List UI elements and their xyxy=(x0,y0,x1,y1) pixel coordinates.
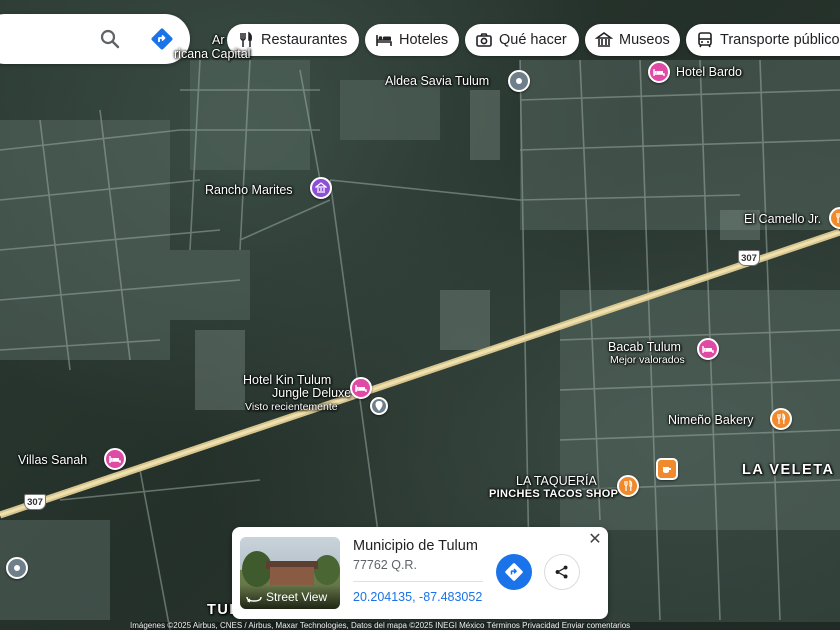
street-view-bar[interactable]: Street View xyxy=(240,585,340,609)
search-box[interactable] xyxy=(0,14,190,64)
satellite-map[interactable]: Restaurantes Hoteles Qué hacer Museos Tr… xyxy=(0,0,840,630)
recent-pin-icon[interactable] xyxy=(370,397,388,415)
hotel-icon xyxy=(376,35,392,46)
place-label-aldea[interactable]: Aldea Savia Tulum xyxy=(385,74,489,88)
chip-museos[interactable]: Museos xyxy=(585,24,680,56)
chip-label: Transporte público xyxy=(720,32,840,48)
place-label-kin[interactable]: Hotel Kin Tulum xyxy=(243,373,331,387)
close-card-button[interactable]: ✕ xyxy=(586,531,604,549)
place-coordinates[interactable]: 20.204135, -87.483052 xyxy=(353,590,482,604)
restaurant-icon xyxy=(836,213,840,223)
chip-label: Restaurantes xyxy=(261,32,348,48)
coffee-icon xyxy=(663,467,671,473)
card-divider xyxy=(353,581,483,582)
place-label-nimeno[interactable]: Nimeño Bakery xyxy=(668,413,753,427)
place-sublabel-bacab: Mejor valorados xyxy=(610,354,685,366)
museum-icon xyxy=(595,32,613,47)
chip-hoteles[interactable]: Hoteles xyxy=(365,24,459,56)
place-label-bardo[interactable]: Hotel Bardo xyxy=(676,65,742,79)
street-view-thumbnail[interactable]: Street View xyxy=(240,537,340,609)
camera-icon xyxy=(476,33,492,47)
place-label-rancho[interactable]: Rancho Marites xyxy=(205,183,293,197)
hotel-pin-bardo[interactable] xyxy=(648,61,670,83)
hotel-icon xyxy=(702,346,714,353)
hotel-icon xyxy=(109,456,121,463)
chip-label: Qué hacer xyxy=(499,32,567,48)
restaurant-pin-taqueria[interactable] xyxy=(617,475,639,497)
location-dot-icon xyxy=(14,565,20,571)
restaurant-icon xyxy=(624,480,633,491)
museum-icon xyxy=(315,182,327,193)
chip-label: Hoteles xyxy=(399,32,449,48)
road-shield-307: 307 xyxy=(24,494,46,510)
chip-transporte-publico[interactable]: Transporte público xyxy=(686,24,840,56)
location-pin-icon xyxy=(375,401,383,411)
directions-icon[interactable] xyxy=(150,27,174,51)
restaurant-icon xyxy=(777,413,786,424)
road-shield-307: 307 xyxy=(738,250,760,266)
directions-icon xyxy=(505,563,523,581)
hotel-pin-bacab[interactable] xyxy=(697,338,719,360)
map-attribution: Imágenes ©2025 Airbus, CNES / Airbus, Ma… xyxy=(130,622,840,630)
place-pin-rancho[interactable] xyxy=(310,177,332,199)
place-pin-gray[interactable] xyxy=(6,557,28,579)
place-postal: 77762 Q.R. xyxy=(353,558,417,572)
share-icon xyxy=(555,565,568,579)
hotel-pin-kin[interactable] xyxy=(350,377,372,399)
place-label-villas[interactable]: Villas Sanah xyxy=(18,453,87,467)
place-label-kin-2[interactable]: Jungle Deluxe xyxy=(272,386,351,400)
street-view-icon xyxy=(246,596,262,603)
place-sublabel-taqueria: PINCHES TACOS SHOP xyxy=(489,488,619,500)
location-dot-icon xyxy=(516,78,522,84)
place-pin-aldea[interactable] xyxy=(508,70,530,92)
search-icon[interactable] xyxy=(98,27,122,51)
place-label-camello[interactable]: El Camello Jr. xyxy=(744,212,821,226)
place-label-partial: Ar xyxy=(212,33,225,47)
bakery-pin-nimeno[interactable] xyxy=(770,408,792,430)
share-button[interactable] xyxy=(544,554,580,590)
hotel-icon xyxy=(653,69,665,76)
neighborhood-label-veleta: LA VELETA xyxy=(742,462,835,478)
place-label-bacab[interactable]: Bacab Tulum xyxy=(608,340,681,354)
place-title: Municipio de Tulum xyxy=(353,538,478,554)
transit-icon xyxy=(698,32,712,48)
hotel-icon xyxy=(355,385,367,392)
hotel-pin-villas[interactable] xyxy=(104,448,126,470)
cafe-pin[interactable] xyxy=(656,458,678,480)
place-label-taqueria[interactable]: LA TAQUERÍA xyxy=(516,474,597,488)
place-label-partial: ricana Capital xyxy=(174,47,251,61)
chip-que-hacer[interactable]: Qué hacer xyxy=(465,24,579,56)
place-sublabel-kin: Visto recientemente xyxy=(245,401,338,413)
directions-button[interactable] xyxy=(496,554,532,590)
chip-label: Museos xyxy=(619,32,670,48)
place-info-card[interactable]: Street View Municipio de Tulum 77762 Q.R… xyxy=(232,527,608,619)
street-view-label: Street View xyxy=(266,590,328,604)
